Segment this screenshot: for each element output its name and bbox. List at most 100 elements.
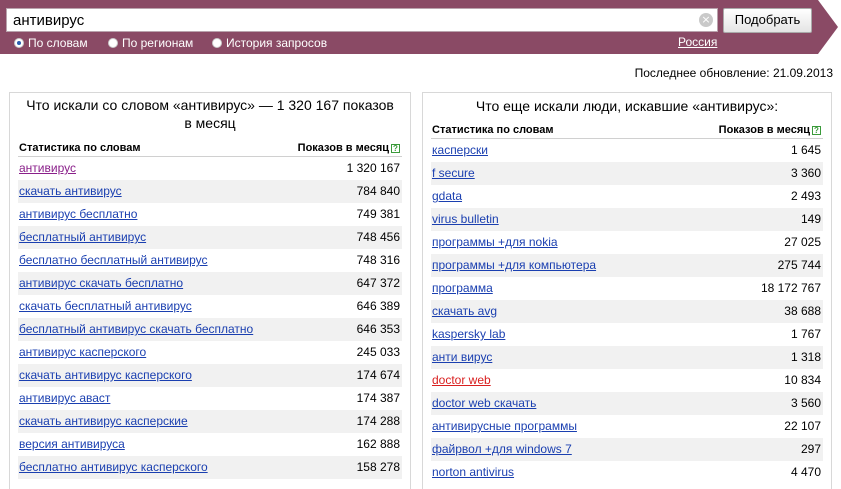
keyword-link[interactable]: скачать антивирус (19, 184, 122, 198)
keyword-link[interactable]: антивирусные программы (432, 419, 577, 433)
shows-count: 174 288 (356, 414, 400, 428)
table-row: doctor web скачать 3 560 (431, 392, 823, 415)
related-table: Статистика по словам Показов в месяц? ка… (431, 123, 823, 484)
table-row: скачать avg 38 688 (431, 300, 823, 323)
keyword-link[interactable]: файрвол +для windows 7 (432, 442, 572, 456)
keyword-link[interactable]: анти вирус (432, 350, 492, 364)
shows-count: 3 560 (790, 396, 821, 410)
search-input[interactable] (7, 9, 697, 31)
table-row: программы +для компьютера 275 744 (431, 254, 823, 277)
keyword-link[interactable]: версия антивируса (19, 437, 125, 451)
shows-count: 158 278 (356, 460, 400, 474)
words-panel-title: Что искали со словом «антивирус» — 1 320… (26, 97, 394, 131)
radio-query-history[interactable]: История запросов (212, 36, 327, 50)
col-shows-header: Показов в месяц? (719, 124, 821, 136)
keyword-link[interactable]: virus bulletin (432, 212, 499, 226)
radio-by-regions[interactable]: По регионам (108, 36, 193, 50)
keyword-link[interactable]: антивирус касперского (19, 345, 146, 359)
table-row: файрвол +для windows 7 297 (431, 438, 823, 461)
table-row: gdata 2 493 (431, 185, 823, 208)
words-table: Статистика по словам Показов в месяц? ан… (18, 141, 402, 479)
keyword-link[interactable]: бесплатный антивирус скачать бесплатно (19, 322, 253, 336)
shows-count: 749 381 (356, 207, 400, 221)
help-icon[interactable]: ? (812, 126, 821, 135)
col-shows-header: Показов в месяц? (298, 142, 400, 154)
shows-count: 646 389 (356, 299, 400, 313)
shows-count: 27 025 (784, 235, 821, 249)
keyword-link[interactable]: gdata (432, 189, 462, 203)
clear-icon[interactable]: × (699, 13, 713, 27)
shows-count: 22 107 (784, 419, 821, 433)
keyword-link[interactable]: norton antivirus (432, 465, 514, 479)
table-row: антивирус касперского 245 033 (18, 341, 402, 364)
radio-label: По словам (28, 36, 88, 50)
keyword-link[interactable]: doctor web скачать (432, 396, 536, 410)
table-row: бесплатно бесплатный антивирус 748 316 (18, 249, 402, 272)
words-panel: Что искали со словом «антивирус» — 1 320… (9, 92, 411, 489)
shows-count: 275 744 (777, 258, 821, 272)
shows-count: 646 353 (356, 322, 400, 336)
shows-count: 162 888 (356, 437, 400, 451)
shows-count: 1 320 167 (346, 161, 400, 175)
shows-count: 1 318 (790, 350, 821, 364)
table-row: скачать антивирус касперского 174 674 (18, 364, 402, 387)
keyword-link[interactable]: антивирус аваст (19, 391, 110, 405)
search-bar: × Подобрать По словам По регионам Истори… (0, 0, 841, 54)
shows-count: 245 033 (356, 345, 400, 359)
keyword-link[interactable]: программы +для nokia (432, 235, 558, 249)
keyword-link[interactable]: скачать антивирус касперского (19, 368, 192, 382)
keyword-link[interactable]: антивирус (19, 161, 76, 175)
keyword-link[interactable]: kaspersky lab (432, 327, 505, 341)
keyword-link[interactable]: антивирус скачать бесплатно (19, 276, 183, 290)
related-panel: Что еще искали люди, искавшие «антивирус… (422, 92, 832, 489)
keyword-link[interactable]: бесплатно бесплатный антивирус (19, 253, 208, 267)
radio-selected-icon[interactable] (14, 38, 24, 48)
table-row: бесплатный антивирус скачать бесплатно 64… (18, 318, 402, 341)
shows-count: 748 316 (356, 253, 400, 267)
keyword-link[interactable]: программы +для компьютера (432, 258, 596, 272)
keyword-link[interactable]: f secure (432, 166, 475, 180)
keyword-link[interactable]: бесплатный антивирус (19, 230, 146, 244)
table-header: Статистика по словам Показов в месяц? (431, 123, 823, 139)
submit-button[interactable]: Подобрать (723, 8, 812, 33)
help-icon[interactable]: ? (391, 144, 400, 153)
radio-icon[interactable] (108, 38, 118, 48)
shows-count: 38 688 (784, 304, 821, 318)
table-row: f secure 3 360 (431, 162, 823, 185)
keyword-link[interactable]: doctor web (432, 373, 491, 387)
keyword-link[interactable]: программа (432, 281, 493, 295)
radio-icon[interactable] (212, 38, 222, 48)
keyword-link[interactable]: антивирус бесплатно (19, 207, 137, 221)
table-row: касперски 1 645 (431, 139, 823, 162)
keyword-link[interactable]: бесплатно антивирус касперского (19, 460, 208, 474)
radio-by-words[interactable]: По словам (14, 36, 88, 50)
keyword-link[interactable]: скачать avg (432, 304, 497, 318)
table-row: norton antivirus 4 470 (431, 461, 823, 484)
table-row: антивирус 1 320 167 (18, 157, 402, 180)
shows-count: 174 387 (356, 391, 400, 405)
keyword-link[interactable]: скачать антивирус касперские (19, 414, 188, 428)
search-field[interactable]: × (6, 8, 718, 32)
table-row: kaspersky lab 1 767 (431, 323, 823, 346)
shows-count: 4 470 (790, 465, 821, 479)
related-rows: касперски 1 645 f secure 3 360 gdata 2 493 vir… (431, 139, 823, 484)
keyword-link[interactable]: касперски (432, 143, 488, 157)
table-row: антивирус аваст 174 387 (18, 387, 402, 410)
shows-count: 149 (800, 212, 821, 226)
shows-count: 10 834 (784, 373, 821, 387)
table-row: антивирус скачать бесплатно 647 372 (18, 272, 402, 295)
region-link[interactable]: Россия (678, 35, 717, 49)
table-row: скачать антивирус касперские 174 288 (18, 410, 402, 433)
shows-count: 647 372 (356, 276, 400, 290)
table-row: скачать антивирус 784 840 (18, 180, 402, 203)
shows-count: 2 493 (790, 189, 821, 203)
table-row: бесплатный антивирус 748 456 (18, 226, 402, 249)
table-row: скачать бесплатный антивирус 646 389 (18, 295, 402, 318)
table-row: программа 18 172 767 (431, 277, 823, 300)
table-row: doctor web 10 834 (431, 369, 823, 392)
shows-count: 297 (800, 442, 821, 456)
col-words-header: Статистика по словам (19, 142, 141, 154)
shows-count: 18 172 767 (760, 281, 821, 295)
keyword-link[interactable]: скачать бесплатный антивирус (19, 299, 192, 313)
table-row: антивирусные программы 22 107 (431, 415, 823, 438)
